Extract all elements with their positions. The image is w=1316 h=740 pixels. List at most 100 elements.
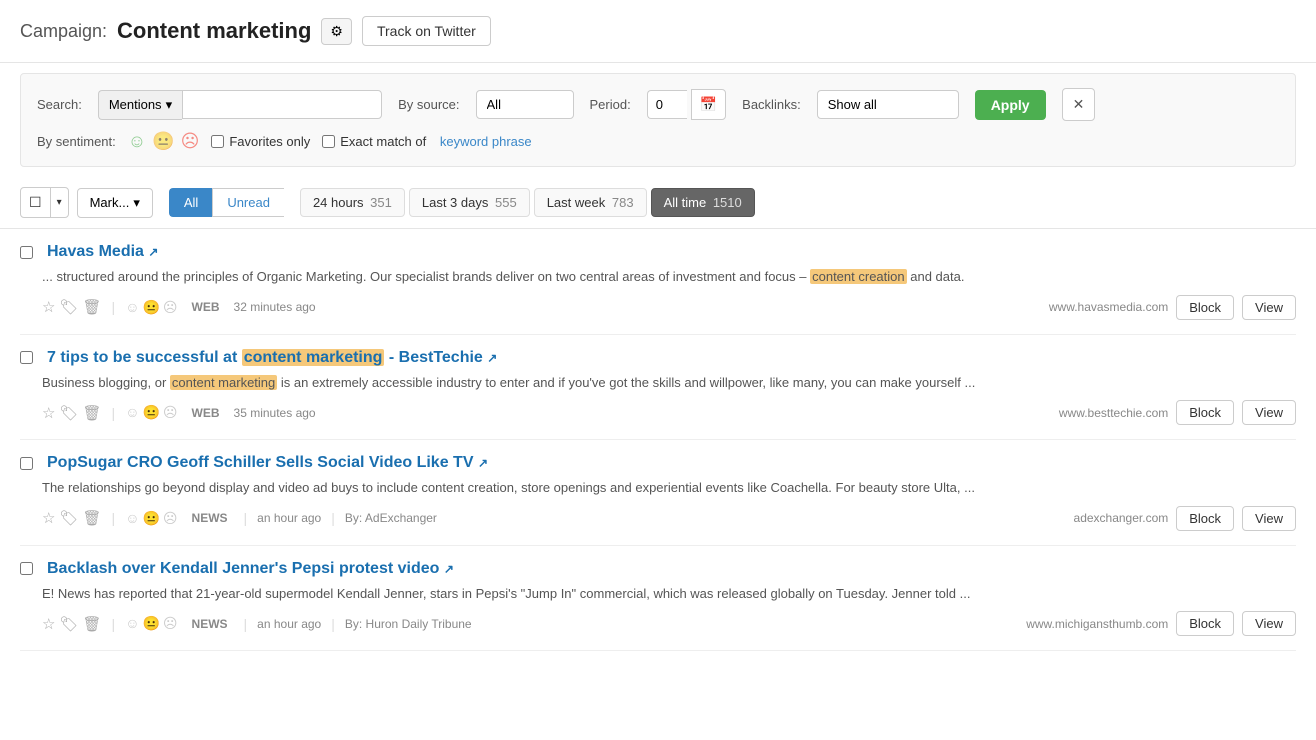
positive-vote-icon[interactable]: ☺ [125, 510, 139, 527]
campaign-label: Campaign: [20, 21, 107, 42]
tab-3days-button[interactable]: Last 3 days 555 [409, 188, 530, 217]
negative-vote-icon[interactable]: ☹ [163, 510, 178, 527]
time-filter-tabs: 24 hours 351 Last 3 days 555 Last week 7… [300, 188, 755, 217]
apply-button[interactable]: Apply [975, 90, 1046, 120]
positive-sentiment-icon[interactable]: ☺ [128, 131, 146, 152]
sentiment-label: By sentiment: [37, 134, 116, 149]
backlinks-select[interactable]: Show all With backlinks Without backlink… [817, 90, 959, 119]
block-button[interactable]: Block [1176, 611, 1234, 636]
filter-row-top: Search: Mentions ▾ By source: All Web Ne… [37, 88, 1279, 121]
keyword-phrase-link[interactable]: keyword phrase [440, 134, 532, 149]
result-title-link[interactable]: Backlash over Kendall Jenner's Pepsi pro… [47, 560, 454, 578]
tag-icon[interactable]: 🏷 [59, 404, 78, 422]
tab-24h-count: 351 [370, 195, 392, 210]
result-checkbox[interactable] [20, 351, 33, 364]
result-actions-right: www.michigansthumb.com Block View [1026, 611, 1296, 636]
neutral-sentiment-icon[interactable]: 😐 [152, 131, 174, 152]
read-filter-tabs: All Unread [169, 188, 284, 217]
block-button[interactable]: Block [1176, 400, 1234, 425]
mark-button[interactable]: Mark... ▾ [77, 188, 153, 218]
filters-panel: Search: Mentions ▾ By source: All Web Ne… [20, 73, 1296, 167]
favorites-checkbox-label[interactable]: Favorites only [211, 134, 310, 149]
list-item: Havas Media ↗ ... structured around the … [20, 229, 1296, 335]
search-input[interactable] [182, 90, 382, 119]
view-button[interactable]: View [1242, 506, 1296, 531]
settings-button[interactable]: ⚙ [321, 18, 352, 45]
neutral-vote-icon[interactable]: 😐 [142, 404, 159, 421]
positive-vote-icon[interactable]: ☺ [125, 404, 139, 421]
meta-sentiment-icons: ☺ 😐 ☹ [125, 615, 177, 632]
separator: | [244, 616, 248, 632]
neutral-vote-icon[interactable]: 😐 [142, 615, 159, 632]
result-checkbox[interactable] [20, 246, 33, 259]
result-domain: www.havasmedia.com [1049, 300, 1168, 314]
neutral-vote-icon[interactable]: 😐 [142, 299, 159, 316]
period-label: Period: [590, 97, 631, 112]
delete-icon[interactable]: 🗑 [83, 298, 102, 316]
results-toolbar: ☐ ▾ Mark... ▾ All Unread 24 hours 351 La… [0, 177, 1316, 229]
view-button[interactable]: View [1242, 400, 1296, 425]
result-time: 35 minutes ago [234, 406, 316, 420]
search-label: Search: [37, 97, 82, 112]
backlinks-label: Backlinks: [742, 97, 801, 112]
delete-icon[interactable]: 🗑 [83, 509, 102, 527]
exact-match-label: Exact match of [340, 134, 426, 149]
result-title-link[interactable]: PopSugar CRO Geoff Schiller Sells Social… [47, 454, 488, 472]
select-all-checkbox[interactable]: ☐ [21, 188, 51, 217]
result-actions-right: www.havasmedia.com Block View [1049, 295, 1296, 320]
star-icon[interactable]: ☆ [42, 615, 55, 633]
select-chevron-icon[interactable]: ▾ [51, 191, 68, 214]
tab-all-button[interactable]: All [169, 188, 212, 217]
delete-icon[interactable]: 🗑 [83, 615, 102, 633]
tab-3days-count: 555 [495, 195, 517, 210]
negative-sentiment-icon[interactable]: ☹ [181, 131, 200, 152]
view-button[interactable]: View [1242, 295, 1296, 320]
star-icon[interactable]: ☆ [42, 509, 55, 527]
keyword-highlight: content marketing [170, 375, 277, 390]
negative-vote-icon[interactable]: ☹ [163, 299, 178, 316]
keyword-highlight: content creation [810, 269, 907, 284]
result-snippet: ... structured around the principles of … [20, 267, 1296, 287]
result-title-link[interactable]: 7 tips to be successful at content marke… [47, 349, 497, 367]
tag-icon[interactable]: 🏷 [59, 298, 78, 316]
result-checkbox[interactable] [20, 457, 33, 470]
header-title-row: Campaign: Content marketing ⚙ Track on T… [20, 16, 1296, 46]
block-button[interactable]: Block [1176, 295, 1234, 320]
backlinks-wrap: Show all With backlinks Without backlink… [817, 90, 959, 119]
calendar-button[interactable]: 📅 [691, 89, 726, 120]
by-source-select[interactable]: All Web News Blogs Twitter Facebook [476, 90, 574, 119]
clear-button[interactable]: ✕ [1062, 88, 1096, 121]
tab-week-button[interactable]: Last week 783 [534, 188, 647, 217]
exact-match-checkbox[interactable] [322, 135, 335, 148]
positive-vote-icon[interactable]: ☺ [125, 299, 139, 316]
tab-alltime-button[interactable]: All time 1510 [651, 188, 755, 217]
select-all-dropdown[interactable]: ☐ ▾ [20, 187, 69, 218]
block-button[interactable]: Block [1176, 506, 1234, 531]
list-item: 7 tips to be successful at content marke… [20, 335, 1296, 441]
result-domain: adexchanger.com [1074, 511, 1169, 525]
delete-icon[interactable]: 🗑 [83, 404, 102, 422]
positive-vote-icon[interactable]: ☺ [125, 615, 139, 632]
favorites-checkbox[interactable] [211, 135, 224, 148]
exact-match-checkbox-label[interactable]: Exact match of keyword phrase [322, 134, 531, 149]
period-input[interactable] [647, 90, 687, 119]
result-title-link[interactable]: Havas Media ↗ [47, 243, 158, 261]
star-icon[interactable]: ☆ [42, 404, 55, 422]
tab-24h-button[interactable]: 24 hours 351 [300, 188, 405, 217]
result-checkbox[interactable] [20, 562, 33, 575]
track-twitter-button[interactable]: Track on Twitter [362, 16, 491, 46]
tab-unread-button[interactable]: Unread [212, 188, 284, 217]
tag-icon[interactable]: 🏷 [59, 615, 78, 633]
mentions-dropdown-button[interactable]: Mentions ▾ [98, 90, 182, 120]
negative-vote-icon[interactable]: ☹ [163, 615, 178, 632]
separator: | [244, 510, 248, 526]
tag-icon[interactable]: 🏷 [59, 509, 78, 527]
meta-sentiment-icons: ☺ 😐 ☹ [125, 404, 177, 421]
view-button[interactable]: View [1242, 611, 1296, 636]
separator: | [112, 405, 116, 421]
negative-vote-icon[interactable]: ☹ [163, 404, 178, 421]
star-icon[interactable]: ☆ [42, 298, 55, 316]
result-header: Backlash over Kendall Jenner's Pepsi pro… [20, 560, 1296, 578]
tab-3days-label: Last 3 days [422, 195, 489, 210]
neutral-vote-icon[interactable]: 😐 [142, 510, 159, 527]
